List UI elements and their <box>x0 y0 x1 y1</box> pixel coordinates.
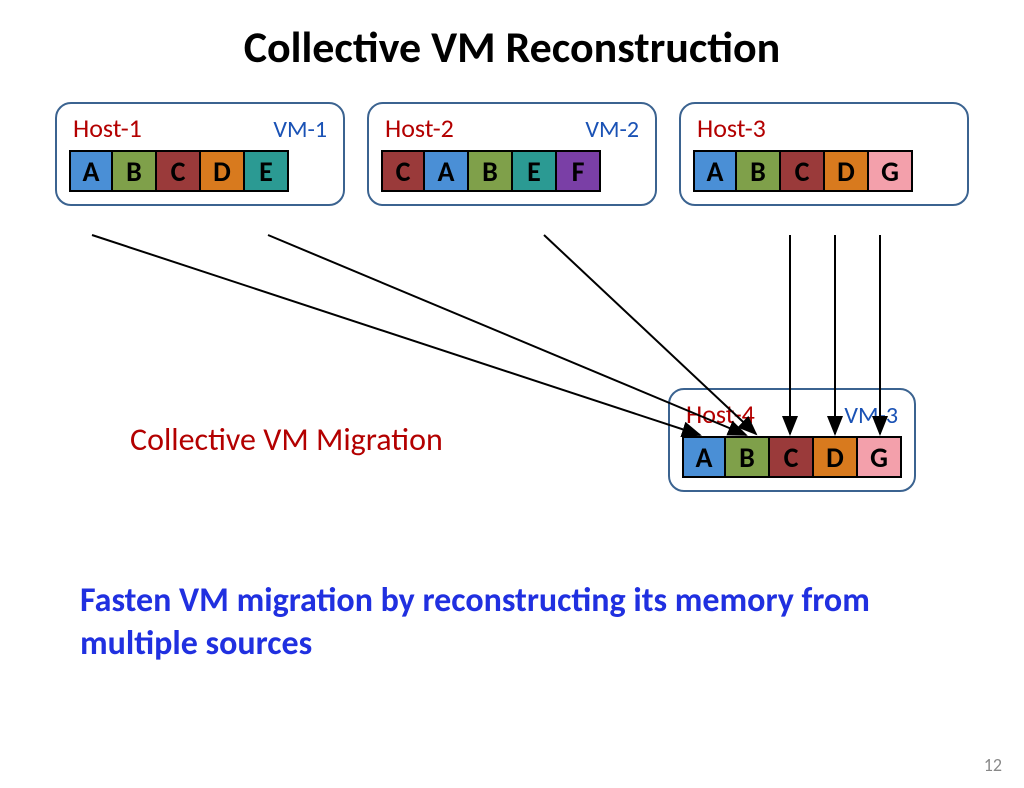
block-e: E <box>513 150 557 192</box>
host-4-blocks: A B C D G <box>682 436 902 478</box>
migration-label: Collective VM Migration <box>130 420 443 459</box>
vm-2-label: VM-2 <box>585 115 639 144</box>
host-2-blocks: C A B E F <box>381 150 643 192</box>
host-2-box: Host-2 VM-2 C A B E F <box>367 102 657 206</box>
block-d: D <box>201 150 245 192</box>
block-c: C <box>781 150 825 192</box>
block-a: A <box>693 150 737 192</box>
block-b: B <box>469 150 513 192</box>
block-a: A <box>682 436 726 478</box>
block-b: B <box>113 150 157 192</box>
host-3-label: Host-3 <box>697 112 766 144</box>
block-c: C <box>381 150 425 192</box>
block-f: F <box>557 150 601 192</box>
block-b: B <box>726 436 770 478</box>
block-a: A <box>425 150 469 192</box>
conclusion-text: Fasten VM migration by reconstructing it… <box>80 580 944 665</box>
block-g: G <box>869 150 913 192</box>
vm-4-label: VM-3 <box>844 401 898 430</box>
host-4-label: Host-4 <box>686 398 755 430</box>
host-1-label: Host-1 <box>73 112 142 144</box>
vm-1-label: VM-1 <box>273 115 327 144</box>
block-c: C <box>770 436 814 478</box>
block-d: D <box>825 150 869 192</box>
host-4-box: Host-4 VM-3 A B C D G <box>668 388 916 492</box>
host-1-box: Host-1 VM-1 A B C D E <box>55 102 345 206</box>
block-a: A <box>69 150 113 192</box>
host-1-blocks: A B C D E <box>69 150 331 192</box>
host-4-wrap: Host-4 VM-3 A B C D G <box>668 388 916 492</box>
block-b: B <box>737 150 781 192</box>
page-number: 12 <box>984 754 1002 776</box>
slide-title: Collective VM Reconstruction <box>0 20 1024 74</box>
hosts-row: Host-1 VM-1 A B C D E Host-2 VM-2 C A B … <box>0 102 1024 206</box>
host-2-label: Host-2 <box>385 112 454 144</box>
host-3-blocks: A B C D G <box>693 150 955 192</box>
block-g: G <box>858 436 902 478</box>
block-e: E <box>245 150 289 192</box>
block-c: C <box>157 150 201 192</box>
host-3-box: Host-3 A B C D G <box>679 102 969 206</box>
block-d: D <box>814 436 858 478</box>
